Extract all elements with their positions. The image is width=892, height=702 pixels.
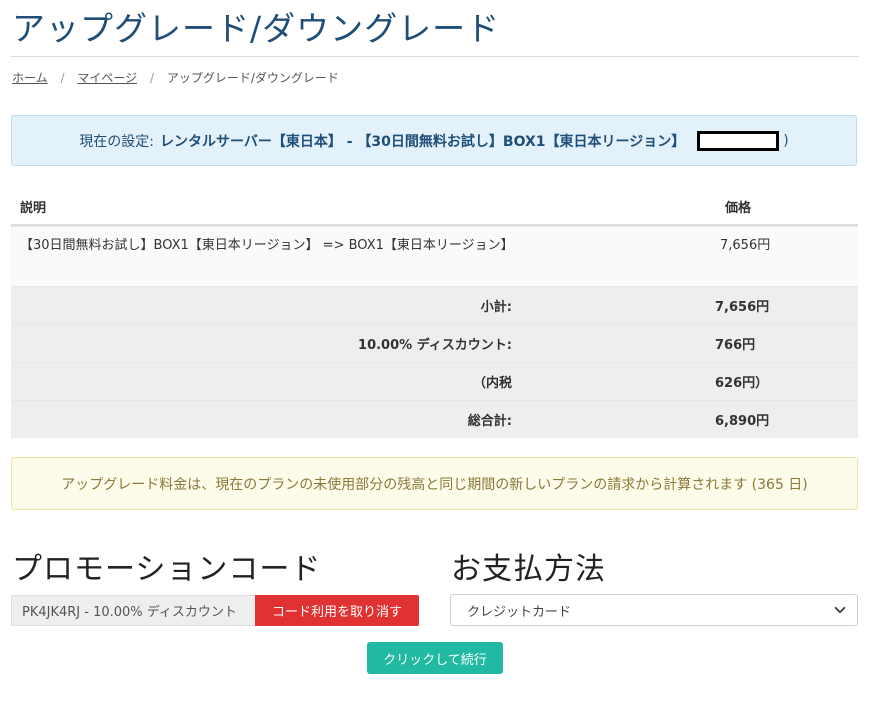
price-table: 説明 価格 【30日間無料お試し】BOX1【東日本リージョン】 => BOX1【… xyxy=(11,188,858,438)
breadcrumb: ホーム / マイページ / アップグレード/ダウングレード xyxy=(12,69,339,86)
breadcrumb-current: アップグレード/ダウングレード xyxy=(166,71,339,85)
table-row: 【30日間無料お試し】BOX1【東日本リージョン】 => BOX1【東日本リージ… xyxy=(11,226,858,286)
page-title: アップグレード/ダウングレード xyxy=(12,9,501,48)
discount-row: 10.00% ディスカウント: 766円 xyxy=(11,324,858,362)
total-value: 6,890円 xyxy=(715,414,770,429)
redacted-box xyxy=(697,130,780,151)
discount-value: 766円 xyxy=(715,338,756,353)
table-header-row: 説明 価格 xyxy=(11,188,858,226)
total-row: 総合計: 6,890円 xyxy=(11,400,858,438)
breadcrumb-separator: / xyxy=(149,71,154,85)
tax-row: （内税 626円） xyxy=(11,362,858,400)
header-price: 価格 xyxy=(725,200,752,216)
subtotal-label: 小計: xyxy=(480,300,512,315)
current-setting-alert: 現在の設定: レンタルサーバー【東日本】 - 【30日間無料お試し】BOX1【東… xyxy=(11,115,857,166)
subtotal-value: 7,656円 xyxy=(715,300,770,315)
current-setting-label: 現在の設定: xyxy=(79,133,154,150)
breadcrumb-mypage-link[interactable]: マイページ xyxy=(77,71,137,85)
discount-label: 10.00% ディスカウント: xyxy=(358,338,512,353)
continue-button[interactable]: クリックして続行 xyxy=(367,642,503,674)
tax-label: （内税 xyxy=(472,376,512,391)
title-divider xyxy=(11,56,859,57)
total-label: 総合計: xyxy=(467,414,512,429)
payment-method-title: お支払方法 xyxy=(451,552,606,587)
subtotal-row: 小計: 7,656円 xyxy=(11,286,858,324)
payment-method-select[interactable]: クレジットカード xyxy=(450,594,858,626)
breadcrumb-separator: / xyxy=(60,71,65,85)
item-description: 【30日間無料お試し】BOX1【東日本リージョン】 => BOX1【東日本リージ… xyxy=(20,238,514,253)
promo-code-title: プロモーションコード xyxy=(12,552,322,587)
tax-value: 626円） xyxy=(715,376,769,391)
breadcrumb-home-link[interactable]: ホーム xyxy=(12,71,48,85)
payment-method-value: クレジットカード xyxy=(467,604,572,620)
chevron-down-icon xyxy=(834,606,846,614)
header-description: 説明 xyxy=(20,200,47,216)
promo-code-input[interactable] xyxy=(11,595,255,626)
upgrade-notice: アップグレード料金は、現在のプランの未使用部分の残高と同じ期間の新しいプランの請… xyxy=(11,457,858,510)
current-setting-value: レンタルサーバー【東日本】 - 【30日間無料お試し】BOX1【東日本リージョン… xyxy=(160,133,686,150)
promo-code-group: コード利用を取り消す xyxy=(11,595,419,626)
item-price: 7,656円 xyxy=(720,238,771,253)
remove-code-button[interactable]: コード利用を取り消す xyxy=(255,595,419,626)
current-setting-suffix: ) xyxy=(783,132,789,149)
